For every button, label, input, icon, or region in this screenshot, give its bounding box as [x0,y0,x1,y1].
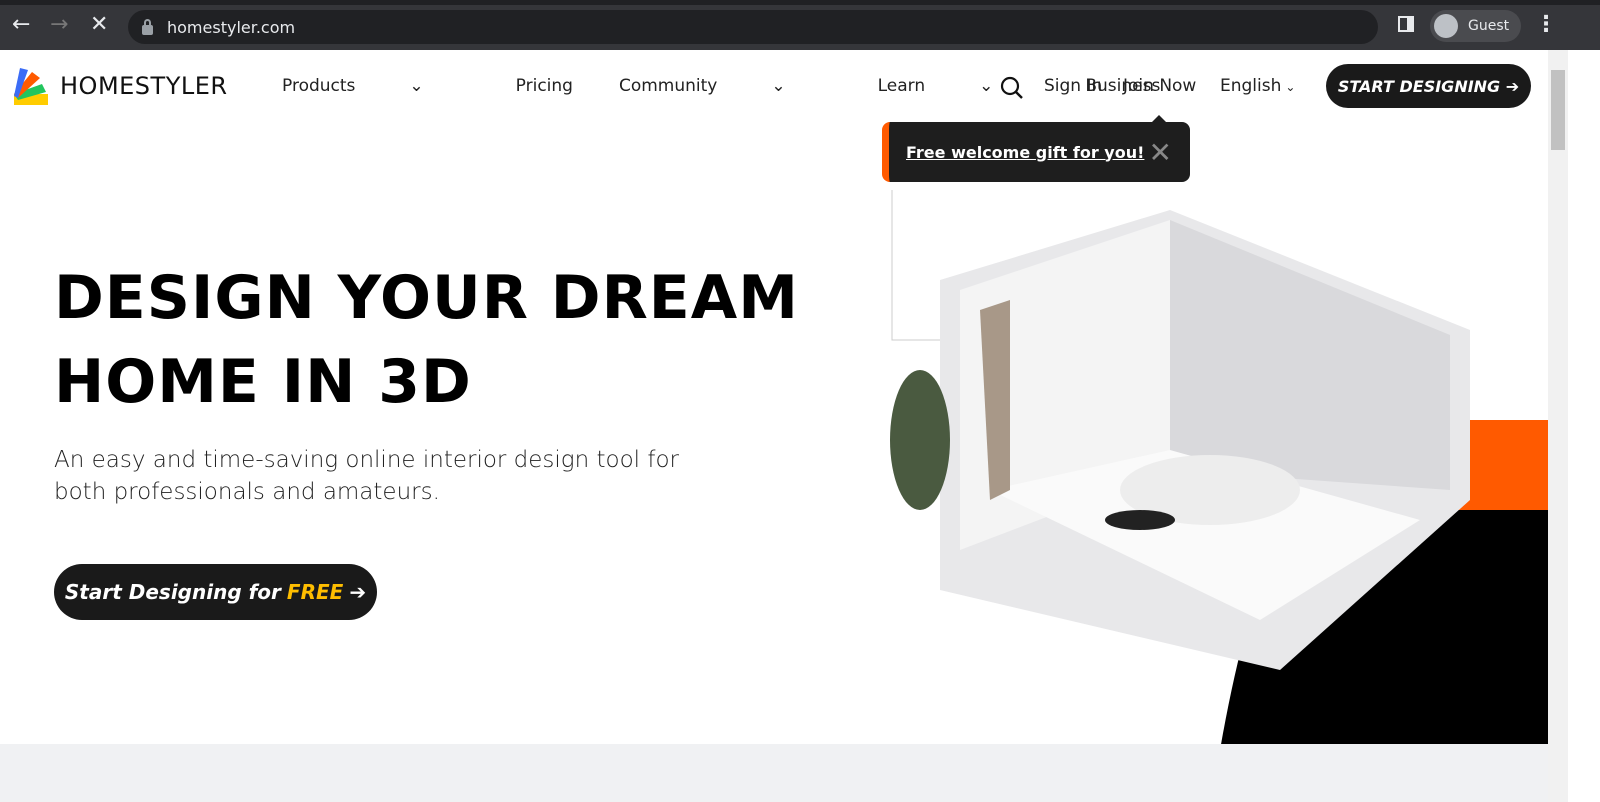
lock-icon [142,19,153,35]
arrow-right-icon: ➔ [1505,76,1520,96]
nav-label: Learn [877,76,926,96]
hero-subtitle: An easy and time-saving online interior … [54,447,679,505]
hero-title-line1: DESIGN YOUR DREAM [54,263,799,333]
tab-strip [0,0,1600,5]
scrollbar[interactable] [1548,50,1568,802]
back-button[interactable]: ← [12,14,30,36]
search-icon[interactable] [1000,76,1024,100]
join-now-link[interactable]: Join Now [1123,76,1196,96]
welcome-gift-popup: Free welcome gift for you! ✕ [882,115,1190,182]
room-illustration [890,190,1548,750]
close-icon[interactable]: ✕ [1149,136,1172,169]
nav-pricing[interactable]: Pricing [516,76,573,96]
welcome-gift-link[interactable]: Free welcome gift for you! [906,143,1144,162]
forward-button[interactable]: → [50,14,68,36]
sign-in-link[interactable]: Sign In [1044,76,1102,96]
logo-text: HOMESTYLER [60,72,228,100]
site-header: HOMESTYLER Products ⌄ Pricing Community ⌄ … [0,50,1548,122]
hero-title: DESIGN YOUR DREAM HOME IN 3D [54,256,799,424]
profile-name: Guest [1468,18,1510,34]
scrollbar-thumb[interactable] [1551,70,1565,150]
language-select[interactable]: English ⌄ [1220,76,1295,96]
arrow-right-icon: ➔ [349,580,367,604]
hero-title-line2: HOME IN 3D [54,347,472,417]
nav-community[interactable]: Community ⌄ [619,76,832,96]
browser-menu-icon[interactable]: ⋮ [1535,14,1557,36]
profile-button[interactable]: Guest [1430,10,1522,42]
nav-products[interactable]: Products ⌄ [282,76,470,96]
browser-chrome: ← → ✕ homestyler.com Guest ⋮ [0,0,1600,50]
start-label: START DESIGNING [1337,76,1501,96]
chevron-down-icon: ⌄ [1285,80,1296,94]
start-designing-free-button[interactable]: Start Designing for FREE ➔ [54,564,377,620]
logo-icon [14,68,48,105]
cta-free: FREE [286,580,344,604]
nav-label: Community [618,76,718,96]
address-bar[interactable]: homestyler.com [128,10,1378,44]
language-label: English [1220,76,1282,96]
sidepanel-icon[interactable] [1398,16,1414,32]
nav-label: Products [282,76,356,96]
avatar [1434,14,1458,38]
page: HOMESTYLER Products ⌄ Pricing Community ⌄ … [0,50,1548,802]
next-section [0,744,1548,802]
cta-label: Start Designing for [64,580,281,604]
logo[interactable]: HOMESTYLER [12,66,228,106]
url-text: homestyler.com [167,17,296,37]
start-designing-button[interactable]: START DESIGNING ➔ [1326,64,1531,108]
chevron-down-icon: ⌄ [771,76,786,96]
chevron-down-icon: ⌄ [979,76,994,96]
stop-button[interactable]: ✕ [90,14,108,36]
chevron-down-icon: ⌄ [409,76,424,96]
